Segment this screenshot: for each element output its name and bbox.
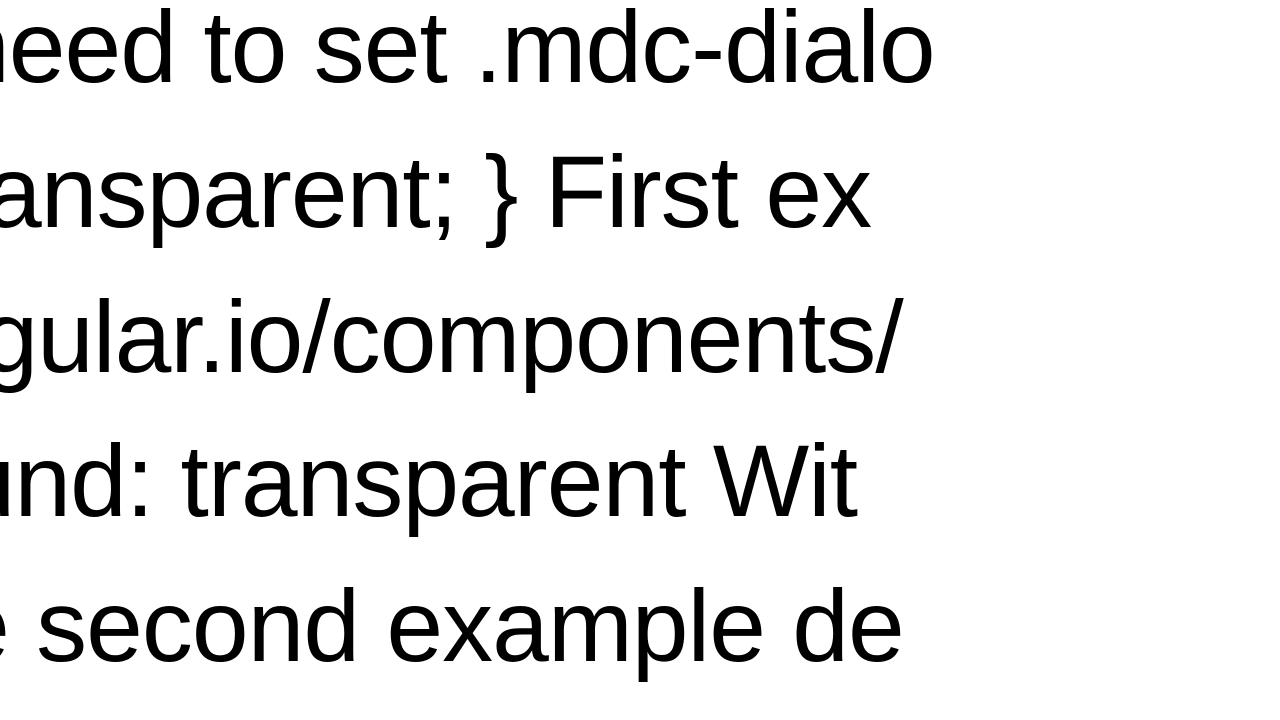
text-line-5: the second example de — [0, 554, 935, 699]
text-line-1: u need to set .mdc-dialo — [0, 0, 935, 120]
text-line-3: angular.io/components/ — [0, 265, 935, 410]
text-line-4: round: transparent Wit — [0, 409, 935, 554]
cropped-text-content: u need to set .mdc-dialo : transparent; … — [0, 0, 935, 699]
text-line-2: : transparent; } First ex — [0, 120, 935, 265]
